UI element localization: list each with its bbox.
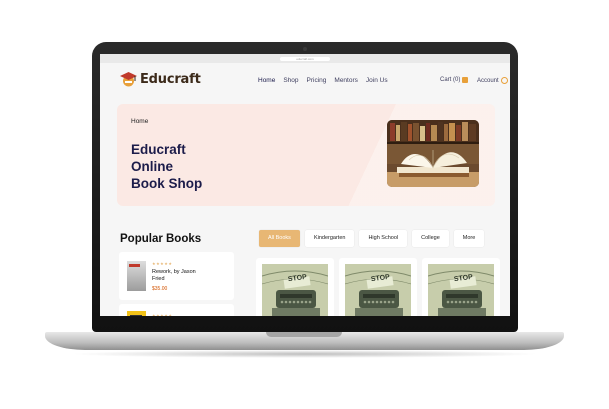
book-cover <box>428 264 494 316</box>
book-cover <box>262 264 328 316</box>
tab-kindergarten[interactable]: Kindergarten <box>304 230 355 247</box>
laptop-base <box>45 332 564 350</box>
rating-stars: ★★★★★ <box>152 261 173 266</box>
book-title[interactable]: Rework, by Jason Fried <box>152 269 202 283</box>
laptop-notch <box>266 332 342 337</box>
category-tabs: All Books Kindergarten High School Colle… <box>259 230 485 247</box>
page-title: Educraft Online Book Shop <box>131 141 251 192</box>
laptop-lid: educraft.com Educraft Home Shop Pricing <box>92 42 518 332</box>
book-card[interactable]: ★★★★★ Rework, by Jason Fried $35.00 <box>119 252 234 300</box>
laptop-screen: educraft.com Educraft Home Shop Pricing <box>100 54 510 316</box>
page-title-line: Educraft <box>131 142 186 157</box>
hero-banner: Home Educraft Online Book Shop <box>117 104 495 206</box>
section-title: Popular Books <box>120 233 202 245</box>
account-label: Account <box>477 77 499 84</box>
main-nav: Home Shop Pricing Mentors Join Us <box>258 77 388 84</box>
nav-item-mentors[interactable]: Mentors <box>334 77 357 84</box>
tab-more[interactable]: More <box>453 230 485 247</box>
nav-item-shop[interactable]: Shop <box>283 77 298 84</box>
book-card[interactable]: STOP <box>422 258 500 316</box>
cart-link[interactable]: Cart (0) <box>440 77 469 83</box>
bag-icon <box>462 77 469 83</box>
book-cover <box>345 264 411 316</box>
graduation-cap-icon <box>119 71 138 87</box>
nav-item-join-us[interactable]: Join Us <box>366 77 388 84</box>
nav-item-home[interactable]: Home <box>258 77 275 84</box>
hero-books-image <box>387 120 479 187</box>
logo[interactable]: Educraft <box>119 71 201 87</box>
account-link[interactable]: Account <box>477 77 508 84</box>
book-cover <box>127 261 146 291</box>
site-header: Educraft Home Shop Pricing Mentors Join … <box>100 68 510 94</box>
book-card[interactable]: STOP <box>256 258 334 316</box>
nav-item-pricing[interactable]: Pricing <box>307 77 327 84</box>
browser-chrome: educraft.com <box>100 54 510 63</box>
page-title-line: Book Shop <box>131 176 203 191</box>
cover-title-bar <box>130 315 142 316</box>
page-title-line: Online <box>131 159 174 174</box>
address-bar[interactable]: educraft.com <box>280 56 330 61</box>
laptop-shadow <box>70 350 540 358</box>
camera <box>303 47 307 51</box>
cover-title-bar <box>129 264 140 267</box>
cart-label: Cart (0) <box>440 77 461 83</box>
tab-all-books[interactable]: All Books <box>259 230 300 247</box>
book-price: $35.00 <box>152 286 168 292</box>
book-cover <box>127 311 146 316</box>
book-card[interactable]: ★★★★★ <box>119 304 234 316</box>
tab-college[interactable]: College <box>412 230 449 247</box>
tab-high-school[interactable]: High School <box>359 230 408 247</box>
breadcrumb[interactable]: Home <box>131 118 148 125</box>
rating-stars: ★★★★★ <box>152 313 173 316</box>
book-card[interactable]: STOP <box>339 258 417 316</box>
user-icon <box>500 77 508 84</box>
logo-text: Educraft <box>140 71 201 87</box>
